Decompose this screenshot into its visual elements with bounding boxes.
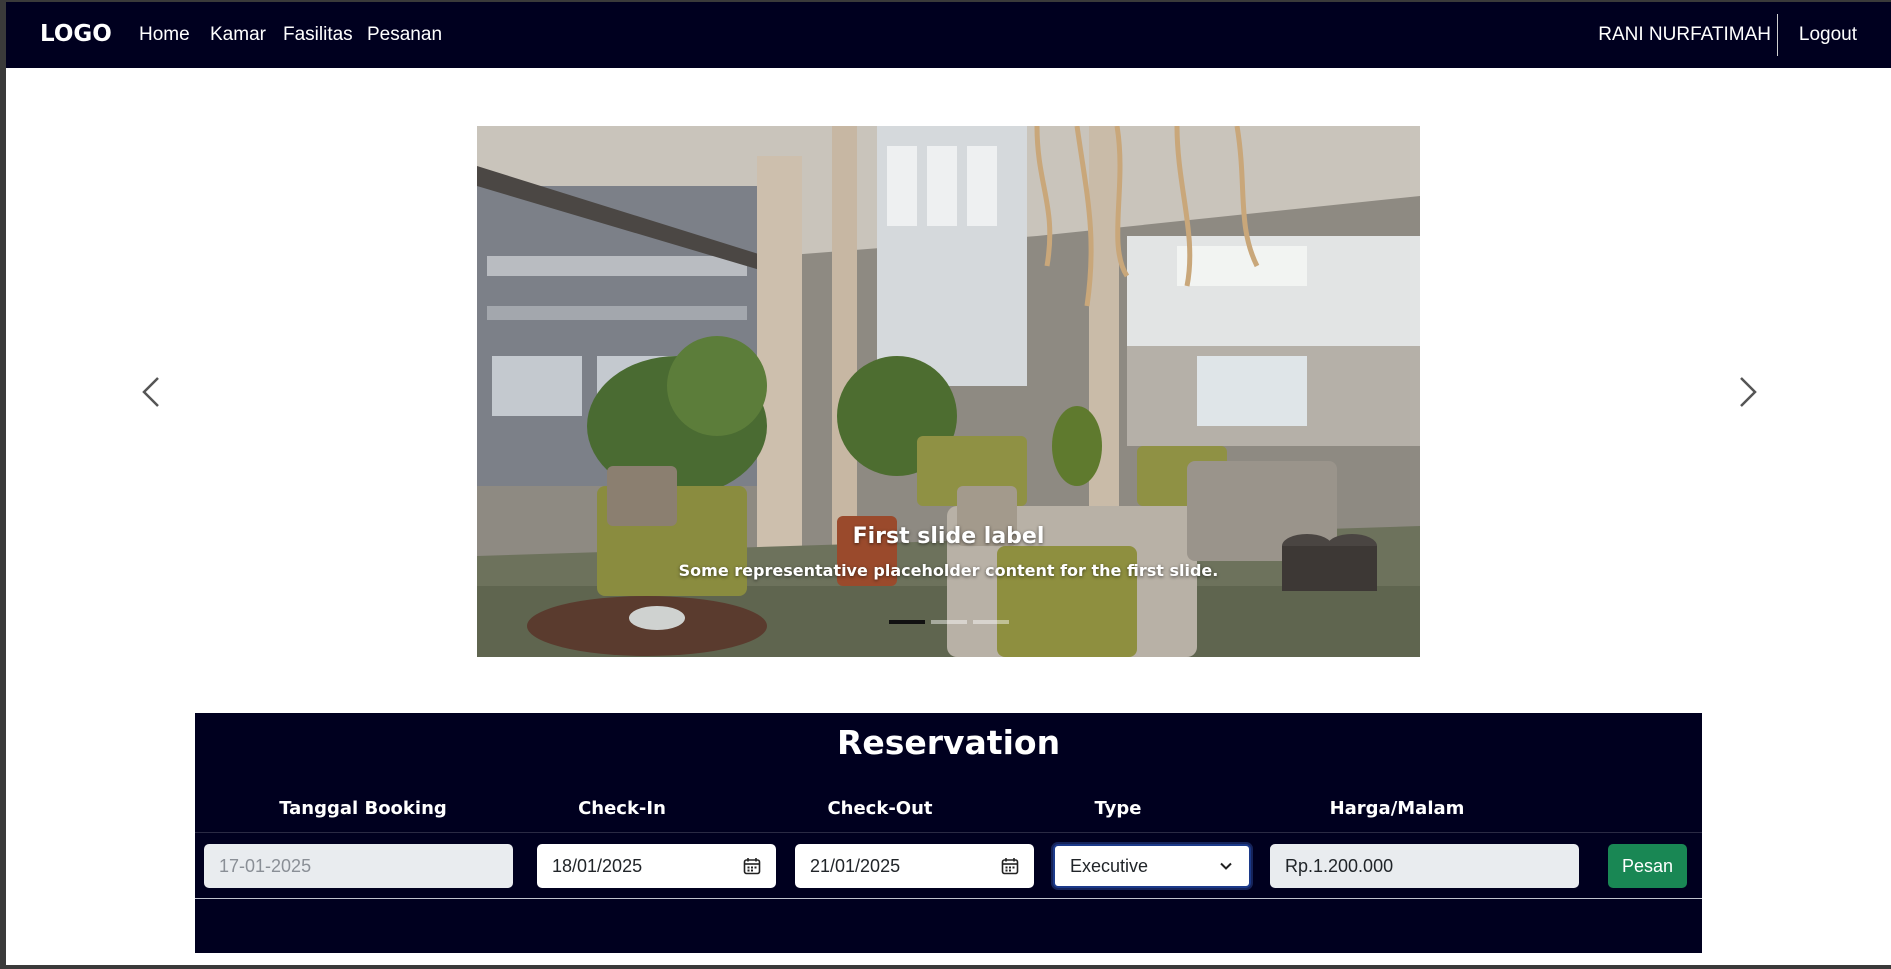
booking-date-value: 17-01-2025 xyxy=(219,855,312,876)
carousel-caption: First slide label Some representative pl… xyxy=(477,524,1420,580)
check-out-field[interactable]: 21/01/2025 xyxy=(795,844,1034,888)
price-value: Rp.1.200.000 xyxy=(1285,855,1394,876)
pesan-button[interactable]: Pesan xyxy=(1608,844,1687,888)
room-type-value: Executive xyxy=(1070,855,1149,876)
nav-link-kamar[interactable]: Kamar xyxy=(210,24,266,46)
carousel-indicator-3[interactable] xyxy=(972,620,1009,624)
chevron-left-icon xyxy=(142,377,159,407)
check-out-value: 21/01/2025 xyxy=(810,855,901,876)
carousel-prev-button[interactable] xyxy=(132,372,172,412)
brand-logo[interactable]: LOGO xyxy=(40,21,112,47)
nav-link-fasilitas[interactable]: Fasilitas xyxy=(283,24,353,46)
table-row-divider xyxy=(195,832,1702,833)
carousel-indicator-2[interactable] xyxy=(930,620,967,624)
header-booking-date: Tanggal Booking xyxy=(279,798,447,819)
chevron-down-icon xyxy=(1220,862,1232,870)
caption-text: Some representative placeholder content … xyxy=(678,561,1219,580)
check-in-field[interactable]: 18/01/2025 xyxy=(537,844,776,888)
chevron-right-icon xyxy=(1740,377,1757,407)
header-check-in: Check-In xyxy=(578,798,666,819)
nav-divider xyxy=(1777,14,1778,56)
nav-link-home[interactable]: Home xyxy=(139,24,190,46)
calendar-icon[interactable] xyxy=(743,857,761,875)
user-name: RANI NURFATIMAH xyxy=(1598,24,1771,45)
header-check-out: Check-Out xyxy=(827,798,933,819)
carousel: First slide label Some representative pl… xyxy=(477,126,1420,657)
booking-date-field: 17-01-2025 xyxy=(204,844,513,888)
header-type: Type xyxy=(1094,798,1142,819)
reservation-panel: Reservation Tanggal Booking Check-In Che… xyxy=(195,713,1702,953)
table-bottom-border xyxy=(195,898,1702,899)
carousel-indicator-1[interactable] xyxy=(888,620,925,624)
nav-link-pesanan[interactable]: Pesanan xyxy=(367,24,442,46)
header-price: Harga/Malam xyxy=(1329,798,1465,819)
reservation-title: Reservation xyxy=(836,723,1061,762)
price-field: Rp.1.200.000 xyxy=(1270,844,1579,888)
check-in-value: 18/01/2025 xyxy=(552,855,643,876)
carousel-indicators xyxy=(477,620,1420,624)
carousel-next-button[interactable] xyxy=(1727,372,1767,412)
calendar-icon[interactable] xyxy=(1001,857,1019,875)
room-type-select[interactable]: Executive xyxy=(1053,844,1251,888)
logout-link[interactable]: Logout xyxy=(1799,24,1857,46)
navbar: LOGO Home Kamar Fasilitas Pesanan RANI N… xyxy=(6,2,1891,68)
caption-title: First slide label xyxy=(852,524,1045,549)
browser-page: LOGO Home Kamar Fasilitas Pesanan RANI N… xyxy=(6,2,1891,965)
